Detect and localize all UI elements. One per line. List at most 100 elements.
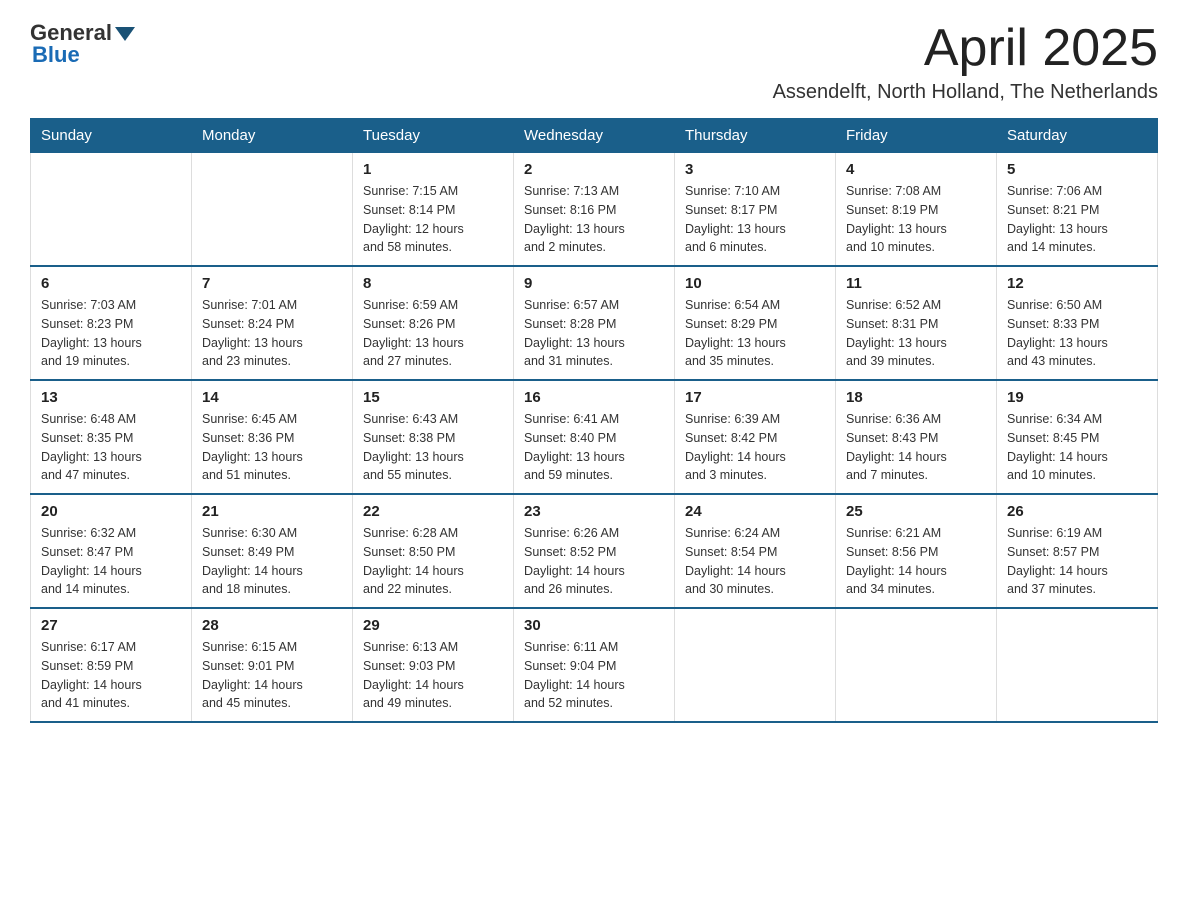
day-number: 23 [524, 503, 664, 520]
calendar-cell: 21Sunrise: 6:30 AM Sunset: 8:49 PM Dayli… [192, 494, 353, 608]
calendar-cell: 16 Sunrise: 6:41 AM Sunset: 8:40 PM Dayli… [514, 380, 675, 494]
day-number: 4 [846, 161, 986, 178]
page-header: General Blue April 2025 Assendelft, Nort… [30, 20, 1158, 104]
day-number: 12 [1007, 275, 1147, 292]
logo-arrow-icon [115, 27, 135, 41]
day-number: 19 [1007, 389, 1147, 406]
calendar-cell: 27Sunrise: 6:17 AM Sunset: 8:59 PM Dayli… [31, 608, 192, 722]
calendar-cell: 9 Sunrise: 6:57 AM Sunset: 8:28 PM Daylig… [514, 266, 675, 380]
calendar-header-row: SundayMondayTuesdayWednesdayThursdayFrid… [31, 119, 1158, 153]
day-info: Sunrise: 7:15 AM Sunset: 8:14 PM Dayligh… [363, 182, 503, 257]
calendar-cell: 11 Sunrise: 6:52 AM Sunset: 8:31 PM Dayli… [836, 266, 997, 380]
calendar-week-row: 27Sunrise: 6:17 AM Sunset: 8:59 PM Dayli… [31, 608, 1158, 722]
calendar-week-row: 13 Sunrise: 6:48 AM Sunset: 8:35 PM Dayli… [31, 380, 1158, 494]
logo: General Blue [30, 20, 135, 68]
day-info: Sunrise: 6:11 AM Sunset: 9:04 PM Dayligh… [524, 638, 664, 713]
day-number: 6 [41, 275, 181, 292]
day-number: 17 [685, 389, 825, 406]
day-info: Sunrise: 6:19 AM Sunset: 8:57 PM Dayligh… [1007, 524, 1147, 599]
calendar-cell: 3 Sunrise: 7:10 AM Sunset: 8:17 PM Daylig… [675, 153, 836, 267]
calendar-header-sunday: Sunday [31, 119, 192, 153]
calendar-cell [31, 153, 192, 267]
day-number: 3 [685, 161, 825, 178]
day-number: 21 [202, 503, 342, 520]
day-number: 10 [685, 275, 825, 292]
calendar-cell: 29 Sunrise: 6:13 AM Sunset: 9:03 PM Dayli… [353, 608, 514, 722]
calendar-cell: 2 Sunrise: 7:13 AM Sunset: 8:16 PM Daylig… [514, 153, 675, 267]
day-info: Sunrise: 6:15 AM Sunset: 9:01 PM Dayligh… [202, 638, 342, 713]
day-info: Sunrise: 6:26 AM Sunset: 8:52 PM Dayligh… [524, 524, 664, 599]
day-number: 14 [202, 389, 342, 406]
calendar-cell [836, 608, 997, 722]
calendar-cell: 1 Sunrise: 7:15 AM Sunset: 8:14 PM Daylig… [353, 153, 514, 267]
title-block: April 2025 Assendelft, North Holland, Th… [773, 20, 1158, 104]
day-info: Sunrise: 6:57 AM Sunset: 8:28 PM Dayligh… [524, 296, 664, 371]
calendar-cell: 23 Sunrise: 6:26 AM Sunset: 8:52 PM Dayli… [514, 494, 675, 608]
calendar-cell: 6 Sunrise: 7:03 AM Sunset: 8:23 PM Daylig… [31, 266, 192, 380]
day-info: Sunrise: 6:59 AM Sunset: 8:26 PM Dayligh… [363, 296, 503, 371]
calendar-cell: 5 Sunrise: 7:06 AM Sunset: 8:21 PM Daylig… [997, 153, 1158, 267]
calendar-cell: 25Sunrise: 6:21 AM Sunset: 8:56 PM Dayli… [836, 494, 997, 608]
day-number: 27 [41, 617, 181, 634]
calendar-cell [675, 608, 836, 722]
day-info: Sunrise: 6:36 AM Sunset: 8:43 PM Dayligh… [846, 410, 986, 485]
day-info: Sunrise: 6:13 AM Sunset: 9:03 PM Dayligh… [363, 638, 503, 713]
calendar-cell: 20Sunrise: 6:32 AM Sunset: 8:47 PM Dayli… [31, 494, 192, 608]
calendar-header-friday: Friday [836, 119, 997, 153]
calendar-table: SundayMondayTuesdayWednesdayThursdayFrid… [30, 118, 1158, 723]
day-number: 18 [846, 389, 986, 406]
calendar-cell: 4 Sunrise: 7:08 AM Sunset: 8:19 PM Daylig… [836, 153, 997, 267]
day-info: Sunrise: 7:10 AM Sunset: 8:17 PM Dayligh… [685, 182, 825, 257]
calendar-cell: 12 Sunrise: 6:50 AM Sunset: 8:33 PM Dayli… [997, 266, 1158, 380]
calendar-cell: 28 Sunrise: 6:15 AM Sunset: 9:01 PM Dayli… [192, 608, 353, 722]
calendar-cell: 19 Sunrise: 6:34 AM Sunset: 8:45 PM Dayli… [997, 380, 1158, 494]
calendar-week-row: 1 Sunrise: 7:15 AM Sunset: 8:14 PM Daylig… [31, 153, 1158, 267]
day-number: 25 [846, 503, 986, 520]
day-number: 1 [363, 161, 503, 178]
calendar-header-saturday: Saturday [997, 119, 1158, 153]
day-number: 7 [202, 275, 342, 292]
calendar-header-thursday: Thursday [675, 119, 836, 153]
day-number: 20 [41, 503, 181, 520]
calendar-cell: 17 Sunrise: 6:39 AM Sunset: 8:42 PM Dayli… [675, 380, 836, 494]
calendar-week-row: 6 Sunrise: 7:03 AM Sunset: 8:23 PM Daylig… [31, 266, 1158, 380]
calendar-cell: 24Sunrise: 6:24 AM Sunset: 8:54 PM Dayli… [675, 494, 836, 608]
day-info: Sunrise: 6:34 AM Sunset: 8:45 PM Dayligh… [1007, 410, 1147, 485]
calendar-cell: 22 Sunrise: 6:28 AM Sunset: 8:50 PM Dayli… [353, 494, 514, 608]
day-number: 5 [1007, 161, 1147, 178]
day-info: Sunrise: 6:45 AM Sunset: 8:36 PM Dayligh… [202, 410, 342, 485]
day-info: Sunrise: 6:39 AM Sunset: 8:42 PM Dayligh… [685, 410, 825, 485]
day-info: Sunrise: 7:13 AM Sunset: 8:16 PM Dayligh… [524, 182, 664, 257]
day-number: 26 [1007, 503, 1147, 520]
day-info: Sunrise: 7:06 AM Sunset: 8:21 PM Dayligh… [1007, 182, 1147, 257]
calendar-cell [192, 153, 353, 267]
day-info: Sunrise: 6:54 AM Sunset: 8:29 PM Dayligh… [685, 296, 825, 371]
calendar-cell: 8 Sunrise: 6:59 AM Sunset: 8:26 PM Daylig… [353, 266, 514, 380]
calendar-cell: 7Sunrise: 7:01 AM Sunset: 8:24 PM Daylig… [192, 266, 353, 380]
day-number: 2 [524, 161, 664, 178]
page-title: April 2025 [773, 20, 1158, 77]
day-number: 11 [846, 275, 986, 292]
day-number: 22 [363, 503, 503, 520]
page-subtitle: Assendelft, North Holland, The Netherlan… [773, 81, 1158, 104]
logo-blue-text: Blue [32, 42, 80, 68]
calendar-header-wednesday: Wednesday [514, 119, 675, 153]
day-info: Sunrise: 7:03 AM Sunset: 8:23 PM Dayligh… [41, 296, 181, 371]
day-number: 16 [524, 389, 664, 406]
day-info: Sunrise: 7:08 AM Sunset: 8:19 PM Dayligh… [846, 182, 986, 257]
day-info: Sunrise: 6:28 AM Sunset: 8:50 PM Dayligh… [363, 524, 503, 599]
day-number: 29 [363, 617, 503, 634]
calendar-cell: 15Sunrise: 6:43 AM Sunset: 8:38 PM Dayli… [353, 380, 514, 494]
day-number: 28 [202, 617, 342, 634]
day-info: Sunrise: 6:50 AM Sunset: 8:33 PM Dayligh… [1007, 296, 1147, 371]
day-info: Sunrise: 6:43 AM Sunset: 8:38 PM Dayligh… [363, 410, 503, 485]
day-number: 30 [524, 617, 664, 634]
day-info: Sunrise: 6:48 AM Sunset: 8:35 PM Dayligh… [41, 410, 181, 485]
day-info: Sunrise: 6:52 AM Sunset: 8:31 PM Dayligh… [846, 296, 986, 371]
calendar-cell: 10 Sunrise: 6:54 AM Sunset: 8:29 PM Dayli… [675, 266, 836, 380]
day-info: Sunrise: 6:41 AM Sunset: 8:40 PM Dayligh… [524, 410, 664, 485]
day-number: 24 [685, 503, 825, 520]
day-number: 13 [41, 389, 181, 406]
day-number: 8 [363, 275, 503, 292]
day-number: 9 [524, 275, 664, 292]
